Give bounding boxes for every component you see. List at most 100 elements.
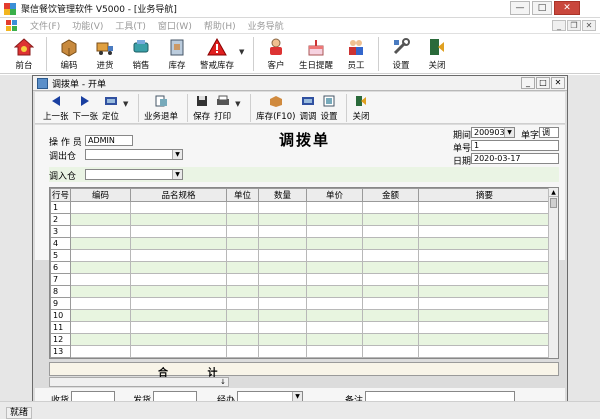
scroll-thumb[interactable] — [550, 198, 557, 208]
table-cell[interactable] — [226, 225, 259, 238]
table-cell[interactable] — [306, 225, 363, 238]
table-cell[interactable] — [70, 333, 131, 346]
table-cell[interactable] — [258, 333, 307, 346]
table-cell[interactable] — [258, 201, 307, 214]
table-cell[interactable] — [362, 237, 419, 250]
toolbar-sales-button[interactable]: 销售 — [123, 34, 159, 71]
stock-f10-button[interactable]: 库存(F10) — [256, 92, 295, 122]
table-cell[interactable] — [70, 309, 131, 322]
table-cell[interactable] — [306, 321, 363, 334]
toolbar-customer-button[interactable]: 客户 — [258, 34, 294, 71]
table-cell[interactable] — [70, 261, 131, 274]
table-cell[interactable] — [306, 309, 363, 322]
row-number[interactable]: 8 — [50, 285, 71, 298]
table-cell[interactable] — [226, 237, 259, 250]
column-header[interactable]: 数量 — [258, 188, 307, 202]
table-cell[interactable] — [226, 249, 259, 262]
items-grid[interactable]: 行号 编码 品名规格 单位 数量 单价 金额 摘要 1 2 3 4 5 6 7 8 9 10 11 12 13 ▲ — [49, 187, 559, 359]
table-cell[interactable] — [306, 333, 363, 346]
transfer-button[interactable]: 调调 — [299, 92, 316, 122]
table-cell[interactable] — [226, 321, 259, 334]
table-cell[interactable] — [70, 285, 131, 298]
table-cell[interactable] — [130, 345, 227, 358]
table-cell[interactable] — [362, 201, 419, 214]
table-cell[interactable] — [70, 273, 131, 286]
table-row[interactable]: 7 — [50, 273, 551, 286]
chevron-down-icon[interactable]: ▼ — [504, 128, 514, 137]
table-row[interactable]: 8 — [50, 285, 551, 298]
number-field[interactable]: 1 — [471, 140, 559, 151]
chevron-down-icon[interactable]: ▼ — [292, 392, 302, 401]
table-cell[interactable] — [130, 201, 227, 214]
row-number[interactable]: 11 — [50, 321, 71, 334]
table-cell[interactable] — [70, 201, 131, 214]
maximize-button[interactable]: □ — [532, 1, 552, 15]
chevron-down-icon[interactable]: ▼ — [123, 92, 133, 108]
table-cell[interactable] — [306, 249, 363, 262]
table-cell[interactable] — [226, 213, 259, 226]
table-cell[interactable] — [362, 309, 419, 322]
table-cell[interactable] — [258, 213, 307, 226]
table-cell[interactable] — [418, 249, 551, 262]
table-row[interactable]: 4 — [50, 237, 551, 250]
minimize-button[interactable]: — — [510, 1, 530, 15]
table-row[interactable]: 9 — [50, 297, 551, 310]
child-close-button[interactable]: ✕ — [551, 77, 565, 89]
table-cell[interactable] — [418, 225, 551, 238]
doc-settings-button[interactable]: 设置 — [320, 92, 337, 122]
toolbar-purchase-button[interactable]: 进货 — [87, 34, 123, 71]
menu-tools[interactable]: 工具(T) — [109, 19, 152, 32]
table-cell[interactable] — [258, 273, 307, 286]
table-row[interactable]: 11 — [50, 321, 551, 334]
table-cell[interactable] — [418, 309, 551, 322]
in-warehouse-select[interactable]: ▼ — [85, 169, 183, 180]
column-header[interactable]: 行号 — [50, 188, 71, 202]
table-row[interactable]: 1 — [50, 201, 551, 214]
table-cell[interactable] — [258, 297, 307, 310]
table-cell[interactable] — [418, 273, 551, 286]
table-cell[interactable] — [226, 273, 259, 286]
table-cell[interactable] — [226, 333, 259, 346]
menu-file[interactable]: 文件(F) — [24, 19, 66, 32]
row-number[interactable]: 3 — [50, 225, 71, 238]
period-select[interactable]: 200903 ▼ — [471, 127, 515, 138]
table-cell[interactable] — [226, 285, 259, 298]
table-cell[interactable] — [70, 345, 131, 358]
table-cell[interactable] — [362, 249, 419, 262]
next-button[interactable]: 下一张 — [73, 92, 98, 122]
table-cell[interactable] — [258, 237, 307, 250]
table-cell[interactable] — [70, 213, 131, 226]
table-cell[interactable] — [418, 333, 551, 346]
table-cell[interactable] — [418, 297, 551, 310]
child-minimize-button[interactable]: _ — [521, 77, 535, 89]
table-cell[interactable] — [258, 225, 307, 238]
table-cell[interactable] — [130, 309, 227, 322]
table-cell[interactable] — [70, 249, 131, 262]
toolbar-warning-stock-button[interactable]: 警戒库存 — [195, 34, 239, 71]
table-row[interactable]: 10 — [50, 309, 551, 322]
mdi-restore-button[interactable]: ❐ — [567, 20, 581, 31]
row-number[interactable]: 12 — [50, 333, 71, 346]
table-cell[interactable] — [130, 285, 227, 298]
row-number[interactable]: 4 — [50, 237, 71, 250]
table-cell[interactable] — [130, 333, 227, 346]
menu-help[interactable]: 帮助(H) — [198, 19, 242, 32]
table-cell[interactable] — [258, 321, 307, 334]
toolbar-frontdesk-button[interactable]: 前台 — [6, 34, 42, 71]
toolbar-birthday-button[interactable]: 生日提醒 — [294, 34, 338, 71]
table-cell[interactable] — [362, 273, 419, 286]
table-row[interactable]: 12 — [50, 333, 551, 346]
column-header[interactable]: 编码 — [70, 188, 131, 202]
table-cell[interactable] — [418, 261, 551, 274]
doc-close-button[interactable]: 关闭 — [352, 92, 369, 122]
table-cell[interactable] — [362, 213, 419, 226]
operator-field[interactable]: ADMIN — [85, 135, 133, 146]
scroll-up-icon[interactable]: ▲ — [549, 188, 558, 197]
table-cell[interactable] — [306, 297, 363, 310]
word-field[interactable]: 调 — [539, 127, 559, 138]
row-number[interactable]: 2 — [50, 213, 71, 226]
table-cell[interactable] — [362, 333, 419, 346]
horizontal-scrollbar[interactable]: ↓ — [49, 377, 229, 387]
save-button[interactable]: 保存 — [193, 92, 210, 122]
table-row[interactable]: 5 — [50, 249, 551, 262]
